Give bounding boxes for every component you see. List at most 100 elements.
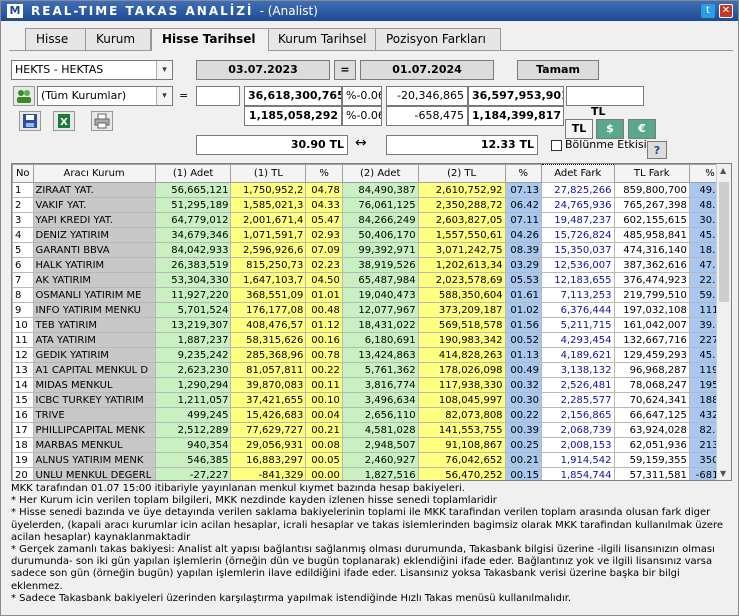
scrollbar-thumb[interactable] bbox=[719, 182, 729, 302]
table-row[interactable]: 1 ZIRAAT YAT. 56,665,121 1,750,952,2 04.78 84… bbox=[12, 182, 731, 198]
table-cell: 117,938,330 bbox=[417, 377, 506, 393]
table-row[interactable]: 11 ATA YATIRIM 1,887,237 58,315,626 00.16 6,1… bbox=[12, 332, 731, 348]
table-cell: 13,219,307 bbox=[154, 317, 232, 333]
currency-eur-button[interactable]: € bbox=[628, 119, 656, 139]
col-header[interactable]: % bbox=[305, 164, 343, 183]
tab-hisse[interactable]: Hisse bbox=[25, 28, 87, 50]
table-row[interactable]: 15 ICBC TURKEY YATIRIM 1,211,057 37,421,655… bbox=[12, 392, 731, 408]
table-row[interactable]: 16 TRIVE 499,245 15,426,683 00.04 2,656,110 82… bbox=[12, 407, 731, 423]
table-cell: 00.49 bbox=[504, 362, 543, 378]
col-header[interactable]: Adet Fark bbox=[541, 164, 615, 183]
table-cell: 940,354 bbox=[154, 437, 232, 453]
table-row[interactable]: 12 GEDIK YATIRIM 9,235,242 285,368,96 00.78 1… bbox=[12, 347, 731, 363]
notes-panel: MKK tarafından 01.07 15:00 itibariyle ya… bbox=[11, 483, 732, 611]
table-cell: 176,177,08 bbox=[230, 302, 307, 318]
split-checkbox[interactable] bbox=[551, 140, 562, 151]
tab-kurum-tarihsel[interactable]: Kurum Tarihsel bbox=[267, 28, 377, 50]
table-row[interactable]: 9 INFO YATIRIM MENKU 5,701,524 176,177,08 00… bbox=[12, 302, 731, 318]
print-icon[interactable] bbox=[91, 111, 113, 131]
table-cell: 474,316,140 bbox=[613, 242, 690, 258]
currency-tl-button[interactable]: TL bbox=[565, 119, 593, 139]
col-header[interactable]: (1) TL bbox=[230, 164, 307, 183]
split-checkbox-label: Bölünme Etkisi bbox=[565, 138, 647, 151]
table-cell: 18 bbox=[12, 437, 34, 453]
table-cell: 13 bbox=[12, 362, 34, 378]
chevron-down-icon[interactable]: ▾ bbox=[156, 61, 172, 79]
table-cell: 12,077,967 bbox=[341, 302, 419, 318]
table-cell: YAPI KREDI YAT. bbox=[32, 212, 156, 228]
date-end[interactable]: 01.07.2024 bbox=[360, 60, 494, 80]
table-cell: 1,887,237 bbox=[154, 332, 232, 348]
tamam-button[interactable]: Tamam bbox=[517, 60, 599, 80]
table-cell: 499,245 bbox=[154, 407, 232, 423]
table-cell: 3,071,242,75 bbox=[417, 242, 506, 258]
help-icon[interactable]: ? bbox=[647, 141, 667, 159]
table-row[interactable]: 6 HALK YATIRIM 26,383,519 815,250,73 02.23 38… bbox=[12, 257, 731, 273]
table-row[interactable]: 18 MARBAS MENKUL 940,354 29,056,931 00.08 2,9… bbox=[12, 437, 731, 453]
institution-select[interactable]: (Tüm Kurumlar) ▾ bbox=[37, 86, 173, 106]
table-cell: 859,800,700 bbox=[613, 182, 690, 198]
table-cell: 00.78 bbox=[305, 347, 343, 363]
table-cell: 3,496,634 bbox=[341, 392, 419, 408]
institution-select-value: (Tüm Kurumlar) bbox=[41, 89, 127, 102]
table-cell: ICBC TURKEY YATIRIM bbox=[32, 392, 156, 408]
save-icon[interactable] bbox=[19, 111, 41, 131]
table-cell: 190,983,342 bbox=[417, 332, 506, 348]
table-row[interactable]: 13 A1 CAPITAL MENKUL D 2,623,230 81,057,811… bbox=[12, 362, 731, 378]
table-row[interactable]: 5 GARANTI BBVA 84,042,933 2,596,926,6 07.09 9… bbox=[12, 242, 731, 258]
table-cell: 00.22 bbox=[305, 362, 343, 378]
col-header[interactable]: No bbox=[12, 164, 34, 183]
col-header[interactable]: TL Fark bbox=[613, 164, 690, 183]
scroll-down-icon[interactable]: ▼ bbox=[720, 469, 726, 478]
table-row[interactable]: 19 ALNUS YATIRIM MENK 546,385 16,883,297 00.… bbox=[12, 452, 731, 468]
tab-kurum[interactable]: Kurum bbox=[85, 28, 151, 50]
table-row[interactable]: 7 AK YATIRIM 53,304,330 1,647,103,7 04.50 65,… bbox=[12, 272, 731, 288]
table-cell: 00.21 bbox=[504, 452, 543, 468]
table-row[interactable]: 8 OSMANLI YATIRIM ME 11,927,220 368,551,09 0… bbox=[12, 287, 731, 303]
table-cell: 66,647,125 bbox=[613, 407, 690, 423]
tab-hisse-tarihsel[interactable]: Hisse Tarihsel bbox=[151, 28, 269, 51]
table-cell: 2,656,110 bbox=[341, 407, 419, 423]
table-row[interactable]: 14 MIDAS MENKUL 1,290,294 39,870,083 00.11 3,… bbox=[12, 377, 731, 393]
excel-icon[interactable]: X bbox=[53, 111, 75, 131]
twitter-icon[interactable]: t bbox=[701, 4, 715, 18]
table-cell: 12,536,007 bbox=[541, 257, 615, 273]
tab-divider bbox=[9, 50, 733, 51]
table-cell: 76,042,652 bbox=[417, 452, 506, 468]
currency-usd-button[interactable]: $ bbox=[596, 119, 624, 139]
blank-field[interactable] bbox=[196, 86, 240, 106]
total-lot-1: 1,185,058,292 bbox=[244, 106, 342, 126]
col-header[interactable]: (2) Adet bbox=[341, 164, 419, 183]
table-row[interactable]: 17 PHILLIPCAPITAL MENK 2,512,289 77,629,727… bbox=[12, 422, 731, 438]
table-cell: 15,350,037 bbox=[541, 242, 615, 258]
table-row[interactable]: 2 VAKIF YAT. 51,295,189 1,585,021,3 04.33 76,… bbox=[12, 197, 731, 213]
institution-group-icon[interactable] bbox=[13, 86, 35, 106]
table-cell: 2,001,671,4 bbox=[230, 212, 307, 228]
tab-pozisyon-farklari[interactable]: Pozisyon Farkları bbox=[375, 28, 501, 50]
table-cell: 19 bbox=[12, 452, 34, 468]
table-row[interactable]: 10 TEB YATIRIM 13,219,307 408,476,57 01.12 18… bbox=[12, 317, 731, 333]
close-icon[interactable]: ✕ bbox=[719, 4, 733, 18]
table-cell: 2,603,827,05 bbox=[417, 212, 506, 228]
blank-field-2[interactable] bbox=[566, 86, 644, 106]
date-start[interactable]: 03.07.2023 bbox=[196, 60, 330, 80]
table-row[interactable]: 20 UNLU MENKUL DEGERL -27,227 -841,329 00.00… bbox=[12, 467, 731, 480]
table-row[interactable]: 3 YAPI KREDI YAT. 64,779,012 2,001,671,4 05.… bbox=[12, 212, 731, 228]
col-header[interactable]: (2) TL bbox=[417, 164, 506, 183]
table-cell: 5,211,715 bbox=[541, 317, 615, 333]
table-cell: GARANTI BBVA bbox=[32, 242, 156, 258]
col-header[interactable]: Aracı Kurum bbox=[32, 164, 156, 183]
stock-select[interactable]: HEKTS - HEKTAS ▾ bbox=[11, 60, 173, 80]
table-cell: 27,825,266 bbox=[541, 182, 615, 198]
table-cell: 56,470,252 bbox=[417, 467, 506, 480]
col-header[interactable]: (1) Adet bbox=[154, 164, 232, 183]
table-cell: 78,068,247 bbox=[613, 377, 690, 393]
chevron-down-icon[interactable]: ▾ bbox=[156, 87, 172, 105]
col-header[interactable]: % bbox=[504, 164, 543, 183]
table-cell: 00.11 bbox=[305, 377, 343, 393]
table-cell: 12 bbox=[12, 347, 34, 363]
scroll-up-icon[interactable]: ▲ bbox=[720, 166, 726, 175]
table-cell: 1,585,021,3 bbox=[230, 197, 307, 213]
table-row[interactable]: 4 DENIZ YATIRIM 34,679,346 1,071,591,7 02.93… bbox=[12, 227, 731, 243]
vertical-scrollbar[interactable]: ▲ ▼ bbox=[716, 164, 731, 480]
